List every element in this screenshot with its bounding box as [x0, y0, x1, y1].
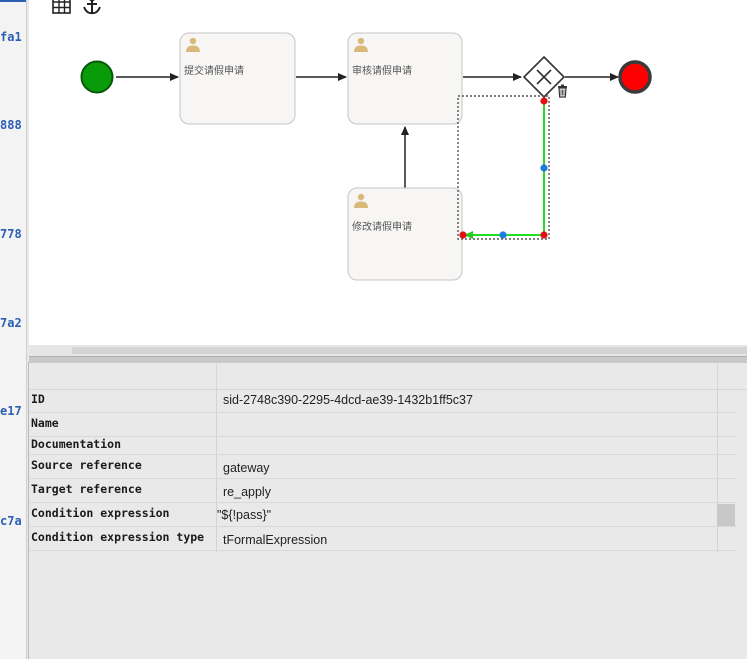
end-event[interactable] — [618, 60, 652, 94]
property-value[interactable]: tFormalExpression — [223, 533, 327, 547]
flow-endpoint-handle[interactable] — [540, 97, 548, 105]
property-row-id[interactable]: ID sid-2748c390-2295-4dcd-ae39-1432b1ff5… — [29, 389, 737, 413]
gutter-top-marker — [0, 0, 26, 2]
property-key: Source reference — [31, 458, 142, 472]
gutter-item: 888 — [0, 118, 22, 132]
cell-edit-button[interactable] — [717, 504, 735, 526]
flow-midpoint-handle[interactable] — [499, 231, 507, 239]
diagram-canvas[interactable]: 提交请假申请 审核请假申请 修改请假申请 — [29, 0, 747, 345]
property-value[interactable]: sid-2748c390-2295-4dcd-ae39-1432b1ff5c37 — [223, 393, 473, 407]
property-key: ID — [31, 392, 45, 406]
trash-icon[interactable] — [558, 84, 567, 98]
property-row-condition-expression[interactable]: Condition expression "${!pass}" — [29, 503, 737, 527]
selection-box — [457, 95, 550, 240]
flow-midpoint-handle[interactable] — [540, 164, 548, 172]
property-key: Name — [31, 416, 59, 430]
property-value[interactable]: gateway — [223, 461, 270, 475]
property-row-condition-expression-type[interactable]: Condition expression type tFormalExpress… — [29, 527, 737, 551]
gutter-item: fa1 — [0, 30, 22, 44]
task-label: 提交请假申请 — [184, 66, 244, 77]
property-key: Condition expression type — [31, 530, 205, 544]
gutter-item: e17 — [0, 404, 22, 418]
exclusive-gateway[interactable] — [522, 55, 566, 99]
property-row-target-reference[interactable]: Target reference re_apply — [29, 479, 737, 503]
property-value[interactable]: "${!pass}" — [217, 508, 271, 522]
canvas-horizontal-scrollbar[interactable] — [29, 345, 747, 356]
start-event[interactable] — [80, 60, 114, 94]
task-label: 修改请假申请 — [352, 222, 412, 233]
flow-bend-handle[interactable] — [540, 231, 548, 239]
scrollbar-thumb[interactable] — [72, 347, 747, 354]
properties-panel: ID sid-2748c390-2295-4dcd-ae39-1432b1ff5… — [29, 364, 747, 659]
bpmn-diagram — [80, 32, 652, 281]
property-key: Documentation — [31, 437, 122, 451]
property-row-documentation[interactable]: Documentation — [29, 434, 737, 455]
task-label: 审核请假申请 — [352, 66, 412, 77]
gutter-item: 778 — [0, 227, 22, 241]
property-key: Target reference — [31, 482, 142, 496]
property-value[interactable]: re_apply — [223, 485, 271, 499]
property-row-source-reference[interactable]: Source reference gateway — [29, 455, 737, 479]
gutter-item: 7a2 — [0, 316, 22, 330]
panel-splitter[interactable] — [29, 356, 747, 363]
property-key: Condition expression — [31, 506, 170, 520]
flow-endpoint-handle[interactable] — [459, 231, 467, 239]
task-modify-leave[interactable] — [347, 187, 463, 281]
properties-header — [29, 364, 747, 390]
editor-gutter: fa1 888 778 7a2 e17 c7a — [0, 0, 27, 659]
selected-sequence-flow[interactable] — [464, 101, 545, 239]
gutter-item: c7a — [0, 514, 22, 528]
